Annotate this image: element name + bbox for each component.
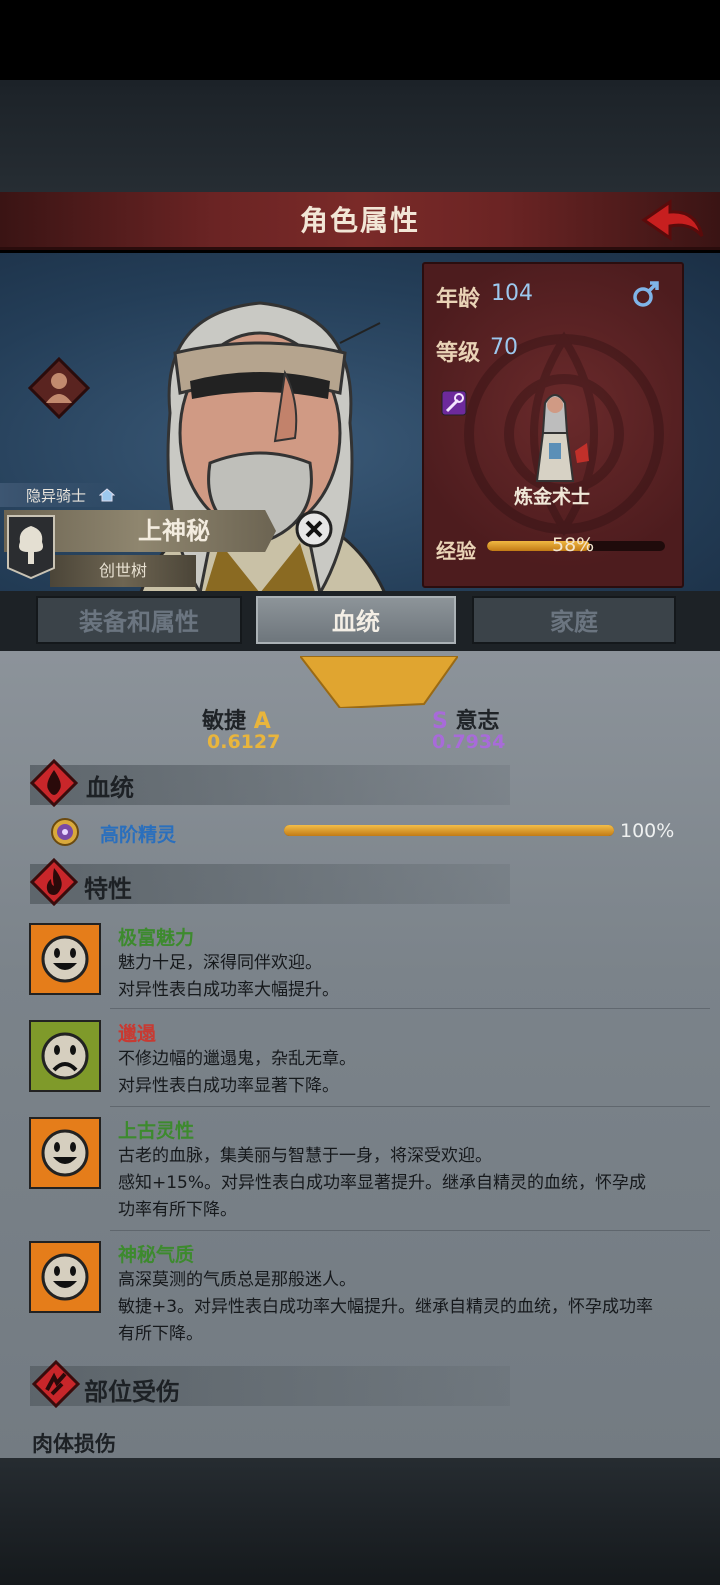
trait-description: 高深莫测的气质总是那般迷人。 敏捷+3。对异性表白成功率大幅提升。继承自精灵的血… bbox=[118, 1267, 688, 1348]
exp-label: 经验 bbox=[436, 539, 476, 563]
blood-drop-icon bbox=[30, 759, 78, 807]
trait-name: 神秘气质 bbox=[118, 1244, 195, 1266]
page-title: 角色属性 bbox=[299, 204, 420, 237]
trait-description-line: 古老的血脉，集美丽与智慧于一身，将深受欢迎。 bbox=[118, 1146, 492, 1166]
attribute-chart-decoration bbox=[300, 656, 458, 708]
trait-description-line: 对异性表白成功率大幅提升。 bbox=[118, 980, 339, 1000]
staff-icon[interactable] bbox=[441, 390, 467, 416]
tab-equipment[interactable]: 装备和属性 bbox=[36, 596, 242, 644]
guild-crest-icon[interactable] bbox=[6, 514, 56, 580]
level-label: 等级 bbox=[436, 341, 481, 366]
body-damage-label: 肉体损伤 bbox=[32, 1432, 116, 1456]
lineage-name[interactable]: 高阶精灵 bbox=[100, 820, 176, 847]
level-value: 70 bbox=[490, 335, 518, 360]
trait-description-line: 敏捷+3。对异性表白成功率大幅提升。继承自精灵的血统，怀孕成功率 bbox=[118, 1297, 654, 1317]
lineage-percent: 100% bbox=[620, 820, 675, 842]
status-bar-area bbox=[0, 0, 720, 80]
class-character-figure bbox=[535, 394, 589, 482]
trait-description-line: 魅力十足，深得同伴欢迎。 bbox=[118, 953, 322, 973]
attr-left-value: 0.6127 bbox=[207, 731, 281, 753]
section-title-traits: 特性 bbox=[84, 875, 132, 903]
injury-icon bbox=[32, 1360, 80, 1408]
top-backdrop bbox=[0, 80, 720, 192]
section-title-lineage: 血统 bbox=[86, 774, 134, 802]
back-arrow-icon[interactable] bbox=[640, 198, 706, 246]
attr-right-value: 0.7934 bbox=[432, 731, 506, 753]
exp-percent: 58% bbox=[552, 534, 595, 556]
trait-description-line: 功率有所下降。 bbox=[118, 1200, 237, 1220]
trait-description-line: 不修边幅的邋遢鬼，杂乱无章。 bbox=[118, 1049, 356, 1069]
divider bbox=[110, 1106, 710, 1107]
trait-name: 上古灵性 bbox=[118, 1120, 195, 1142]
male-icon bbox=[633, 281, 659, 307]
age-value: 104 bbox=[491, 281, 533, 306]
title-badge: 隐异骑士 bbox=[0, 483, 120, 507]
bottom-backdrop bbox=[0, 1458, 720, 1585]
tab-lineage[interactable]: 血统 bbox=[256, 596, 456, 644]
trait-name: 邋遢 bbox=[118, 1023, 157, 1045]
guild-name[interactable]: 创世树 bbox=[50, 555, 196, 587]
class-name: 炼金术士 bbox=[513, 486, 590, 508]
trait-description: 古老的血脉，集美丽与智慧于一身，将深受欢迎。 感知+15%。对异性表白成功率显著… bbox=[118, 1143, 688, 1224]
class-emblem-icon[interactable] bbox=[28, 357, 90, 419]
header-bar: 角色属性 bbox=[0, 192, 720, 250]
happy-face-icon[interactable] bbox=[29, 1241, 101, 1313]
trait-description: 不修边幅的邋遢鬼，杂乱无章。 对异性表白成功率显著下降。 bbox=[118, 1046, 688, 1100]
trait-description: 魅力十足，深得同伴欢迎。 对异性表白成功率大幅提升。 bbox=[118, 950, 688, 1004]
home-icon bbox=[99, 488, 115, 502]
elf-lineage-icon bbox=[51, 818, 79, 846]
tab-family[interactable]: 家庭 bbox=[472, 596, 676, 644]
flame-icon bbox=[30, 858, 78, 906]
character-name[interactable]: 上神秘 bbox=[80, 510, 268, 552]
trait-description-line: 高深莫测的气质总是那般迷人。 bbox=[118, 1270, 356, 1290]
trait-description-line: 对异性表白成功率显著下降。 bbox=[118, 1076, 339, 1096]
trait-description-line: 有所下降。 bbox=[118, 1324, 203, 1344]
happy-face-icon[interactable] bbox=[29, 923, 101, 995]
divider bbox=[110, 1230, 710, 1231]
lineage-bar bbox=[284, 825, 614, 836]
happy-face-icon[interactable] bbox=[29, 1117, 101, 1189]
character-portrait bbox=[128, 301, 402, 641]
trait-description-line: 感知+15%。对异性表白成功率显著提升。继承自精灵的血统，怀孕成 bbox=[118, 1173, 647, 1193]
sad-face-icon[interactable] bbox=[29, 1020, 101, 1092]
section-title-injuries: 部位受伤 bbox=[84, 1378, 180, 1406]
title-badge-label: 隐异骑士 bbox=[26, 487, 87, 505]
divider bbox=[110, 1008, 710, 1009]
age-label: 年龄 bbox=[436, 287, 481, 312]
lineage-bar-fill bbox=[284, 825, 614, 836]
close-icon[interactable] bbox=[295, 510, 333, 548]
trait-name: 极富魅力 bbox=[118, 927, 195, 949]
